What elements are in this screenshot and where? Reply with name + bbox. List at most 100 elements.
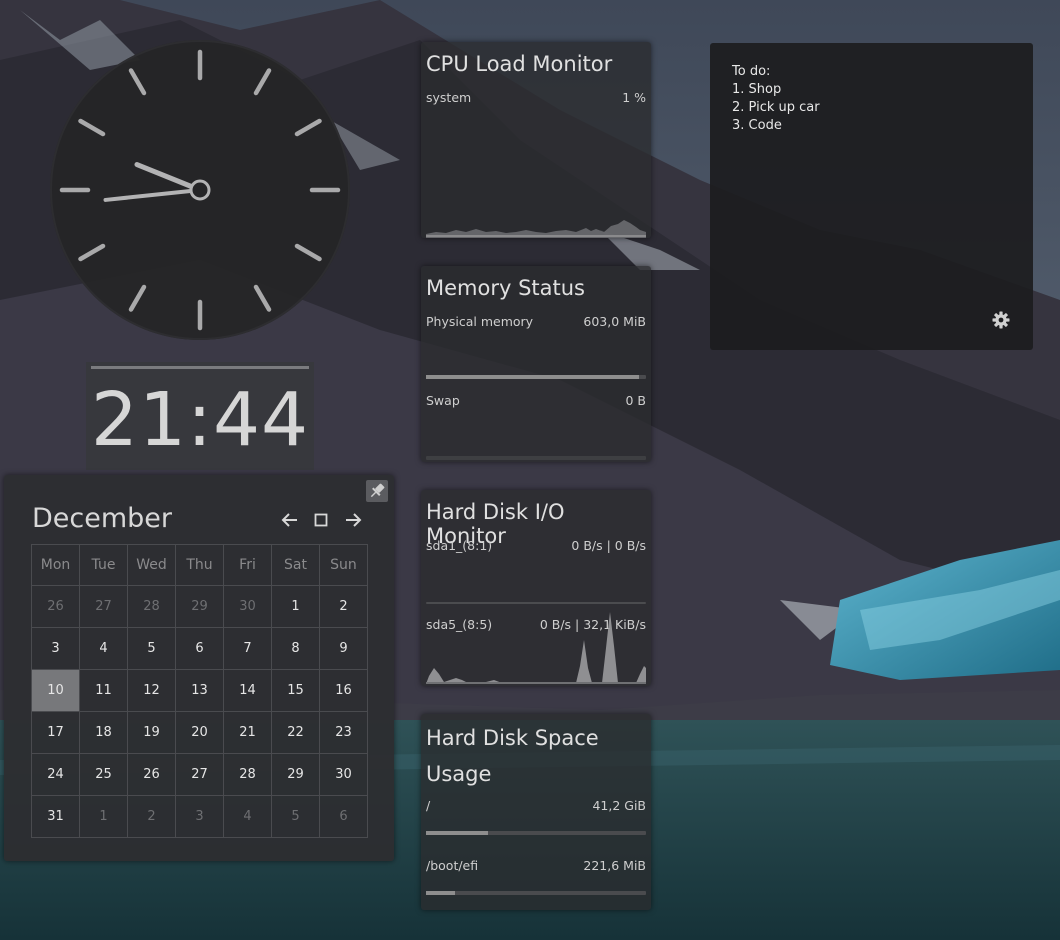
calendar-day-today[interactable]: 10	[31, 669, 80, 712]
cpu-row: system 1 %	[426, 90, 646, 105]
hard-disk-io-monitor[interactable]: Hard Disk I/O Monitor sda1_(8:1) 0 B/s |…	[421, 490, 651, 686]
calendar-day[interactable]: 9	[319, 627, 368, 670]
calendar-day[interactable]: 6	[319, 795, 368, 838]
cpu-label: system	[426, 90, 472, 105]
disk-space-title: Hard Disk Space Usage	[426, 726, 599, 786]
calendar-day[interactable]: 12	[127, 669, 176, 712]
physical-memory-bar-fill	[426, 375, 640, 379]
calendar-day[interactable]: 28	[127, 585, 176, 628]
calendar-day[interactable]: 30	[223, 585, 272, 628]
physical-memory-row: Physical memory 603,0 MiB	[426, 314, 646, 329]
pin-icon	[370, 483, 385, 498]
cpu-load-monitor[interactable]: CPU Load Monitor system 1 %	[421, 42, 651, 238]
calendar-week-row: 3456789	[31, 627, 368, 670]
swap-value: 0 B	[625, 393, 646, 408]
calendar-day[interactable]: 4	[223, 795, 272, 838]
calendar-widget[interactable]: December Mon Tue Wed Thu Fri Sat Sun 26 27 28 29 3…	[4, 475, 394, 861]
calendar-day[interactable]: 23	[319, 711, 368, 754]
calendar-day[interactable]: 29	[175, 585, 224, 628]
calendar-week-row: 31 1 2 3 4 5 6	[31, 795, 368, 838]
notes-line: To do:	[732, 64, 771, 79]
calendar-day[interactable]: 20	[175, 711, 224, 754]
calendar-day[interactable]: 5	[271, 795, 320, 838]
calendar-day[interactable]: 13	[175, 669, 224, 712]
digital-clock[interactable]: 21:44	[86, 362, 314, 470]
cpu-title: CPU Load Monitor	[426, 52, 613, 76]
digital-time: 21:44	[90, 377, 310, 463]
calendar-day[interactable]: 3	[175, 795, 224, 838]
notes-line: 3. Code	[732, 118, 782, 133]
calendar-day[interactable]: 8	[271, 627, 320, 670]
calendar-day[interactable]: 17	[31, 711, 80, 754]
efi-partition-label: /boot/efi	[426, 858, 479, 873]
calendar-day[interactable]: 26	[127, 753, 176, 796]
calendar-day[interactable]: 31	[31, 795, 80, 838]
notes-text[interactable]: To do: 1. Shop 2. Pick up car 3. Code	[732, 63, 820, 135]
previous-month-button[interactable]	[279, 509, 301, 531]
weekday-header: Sat	[271, 544, 320, 586]
pin-button[interactable]	[366, 480, 388, 502]
calendar-day[interactable]: 5	[127, 627, 176, 670]
calendar-day[interactable]: 3	[31, 627, 80, 670]
calendar-day[interactable]: 18	[79, 711, 128, 754]
calendar-day[interactable]: 7	[223, 627, 272, 670]
efi-partition-value: 221,6 MiB	[583, 858, 646, 873]
calendar-week-row: 24 25 26 27 28 29 30	[31, 753, 368, 796]
calendar-week-row: 26 27 28 29 30 1 2	[31, 585, 368, 628]
weekday-header: Wed	[127, 544, 176, 586]
calendar-day[interactable]: 30	[319, 753, 368, 796]
sda1-graph-baseline	[426, 602, 646, 604]
notes-line: 1. Shop	[732, 82, 782, 97]
swap-bar	[426, 456, 646, 460]
calendar-day[interactable]: 22	[271, 711, 320, 754]
physical-memory-value: 603,0 MiB	[583, 314, 646, 329]
efi-partition-bar	[426, 891, 646, 895]
calendar-day[interactable]: 24	[31, 753, 80, 796]
next-month-button[interactable]	[342, 509, 364, 531]
efi-partition-bar-fill	[426, 891, 455, 895]
calendar-day[interactable]: 26	[31, 585, 80, 628]
cpu-value: 1 %	[622, 90, 646, 105]
weekday-header: Mon	[31, 544, 80, 586]
calendar-day[interactable]: 4	[79, 627, 128, 670]
calendar-day[interactable]: 14	[223, 669, 272, 712]
calendar-day[interactable]: 21	[223, 711, 272, 754]
calendar-day[interactable]: 28	[223, 753, 272, 796]
calendar-day[interactable]: 15	[271, 669, 320, 712]
calendar-day[interactable]: 1	[79, 795, 128, 838]
sda1-label: sda1_(8:1)	[426, 538, 493, 553]
swap-label: Swap	[426, 393, 460, 408]
calendar-month-label: December	[32, 503, 173, 534]
calendar-day[interactable]: 6	[175, 627, 224, 670]
memory-status[interactable]: Memory Status Physical memory 603,0 MiB …	[421, 266, 651, 462]
arrow-left-icon	[281, 513, 297, 527]
calendar-day[interactable]: 11	[79, 669, 128, 712]
sda1-row: sda1_(8:1) 0 B/s | 0 B/s	[426, 538, 646, 553]
notes-line: 2. Pick up car	[732, 100, 820, 115]
today-button[interactable]	[310, 509, 332, 531]
calendar-day[interactable]: 16	[319, 669, 368, 712]
root-partition-bar-fill	[426, 831, 488, 835]
analog-clock[interactable]	[48, 38, 352, 342]
weekday-header: Thu	[175, 544, 224, 586]
calendar-day[interactable]: 1	[271, 585, 320, 628]
arrow-right-icon	[346, 513, 362, 527]
notes-widget[interactable]: To do: 1. Shop 2. Pick up car 3. Code	[710, 43, 1033, 350]
notes-settings-button[interactable]	[991, 310, 1011, 330]
calendar-week-row: 10 11 12 13 14 15 16	[31, 669, 368, 712]
hard-disk-space-usage[interactable]: Hard Disk Space Usage / 41,2 GiB /boot/e…	[421, 714, 651, 910]
calendar-day[interactable]: 2	[127, 795, 176, 838]
root-partition-value: 41,2 GiB	[592, 798, 646, 813]
swap-row: Swap 0 B	[426, 393, 646, 408]
calendar-day[interactable]: 2	[319, 585, 368, 628]
weekday-header-row: Mon Tue Wed Thu Fri Sat Sun	[31, 544, 368, 586]
calendar-day[interactable]: 25	[79, 753, 128, 796]
calendar-day[interactable]: 27	[175, 753, 224, 796]
calendar-day[interactable]: 27	[79, 585, 128, 628]
calendar-day[interactable]: 29	[271, 753, 320, 796]
gear-icon	[992, 311, 1010, 329]
root-partition-bar	[426, 831, 646, 835]
calendar-grid: Mon Tue Wed Thu Fri Sat Sun 26 27 28 29 30 1 2 3 4 5 6 7 8…	[31, 544, 368, 838]
cpu-load-graph	[426, 220, 646, 238]
calendar-day[interactable]: 19	[127, 711, 176, 754]
